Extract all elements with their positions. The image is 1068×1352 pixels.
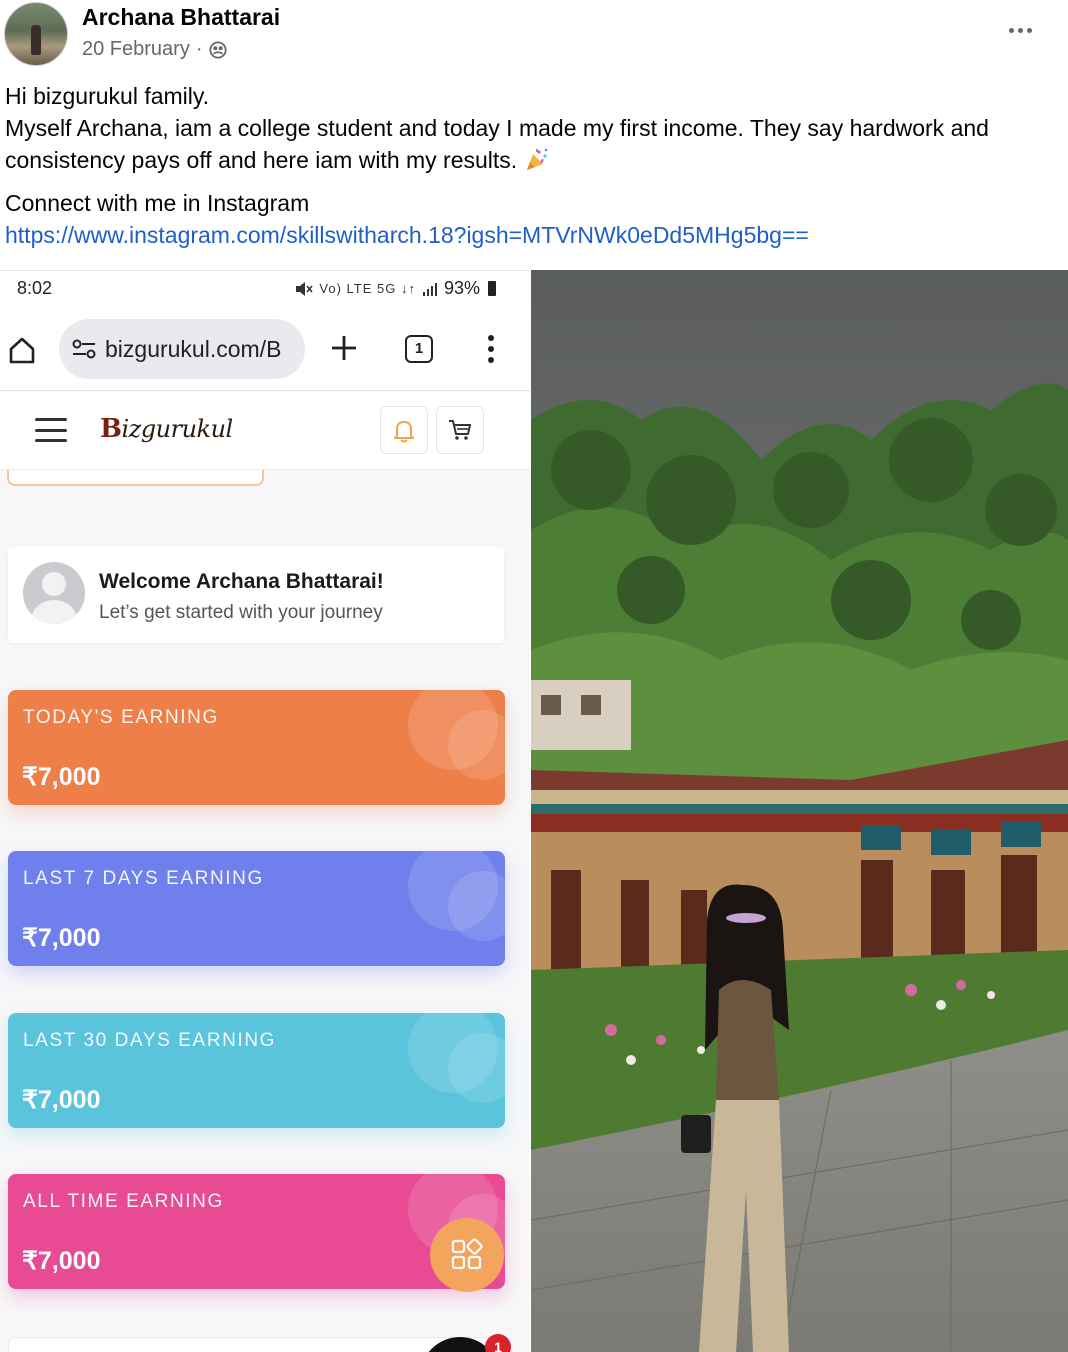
more-options-icon[interactable] bbox=[1000, 18, 1040, 42]
mute-icon bbox=[296, 281, 314, 296]
globe-icon bbox=[208, 40, 227, 59]
status-bar: 8:02 Vo) LTE 5G ↓↑ 93% bbox=[0, 271, 530, 307]
bell-icon bbox=[394, 421, 414, 443]
earning-value: ₹7,000 bbox=[22, 1247, 101, 1275]
site-header: Bizgurukul bbox=[0, 392, 530, 470]
monastery-photo-illustration bbox=[531, 270, 1068, 1352]
cart-button[interactable] bbox=[436, 406, 484, 454]
last-7-days-earning-card[interactable]: LAST 7 DAYS EARNING ₹7,000 bbox=[8, 851, 505, 966]
cart-icon bbox=[449, 420, 471, 440]
signal-icon bbox=[422, 282, 437, 296]
chat-notification-badge: 1 bbox=[485, 1334, 511, 1352]
home-icon[interactable] bbox=[7, 335, 37, 365]
earning-label: ALL TIME EARNING bbox=[23, 1191, 224, 1212]
battery-icon bbox=[488, 281, 496, 296]
travel-photo[interactable] bbox=[531, 270, 1068, 1352]
address-bar[interactable]: bizgurukul.com/B bbox=[59, 319, 305, 379]
last-30-days-earning-card[interactable]: LAST 30 DAYS EARNING ₹7,000 bbox=[8, 1013, 505, 1128]
meta-separator: · bbox=[195, 38, 203, 60]
party-popper-icon bbox=[526, 148, 547, 170]
post-line-story: Myself Archana, iam a college student an… bbox=[5, 115, 989, 173]
battery-percent: 93% bbox=[443, 278, 480, 298]
new-tab-icon[interactable] bbox=[329, 333, 359, 363]
welcome-subtitle: Let’s get started with your journey bbox=[99, 602, 383, 623]
instagram-link[interactable]: https://www.instagram.com/skillswitharch… bbox=[5, 222, 809, 248]
user-avatar[interactable] bbox=[23, 562, 85, 624]
post-meta: 20 February · bbox=[82, 38, 227, 61]
site-settings-icon[interactable] bbox=[71, 338, 97, 360]
apps-fab-button[interactable] bbox=[430, 1218, 504, 1292]
author-avatar[interactable] bbox=[4, 2, 68, 66]
network-indicators: Vo) LTE 5G ↓↑ bbox=[319, 281, 416, 296]
author-name[interactable]: Archana Bhattarai bbox=[82, 4, 280, 31]
partial-card bbox=[7, 470, 264, 486]
browser-menu-icon[interactable] bbox=[486, 335, 496, 363]
post-line-connect: Connect with me in Instagram bbox=[5, 190, 310, 216]
earning-label: LAST 30 DAYS EARNING bbox=[23, 1030, 277, 1051]
welcome-card: Welcome Archana Bhattarai! Let’s get sta… bbox=[8, 547, 504, 643]
menu-icon[interactable] bbox=[35, 418, 67, 442]
notifications-button[interactable] bbox=[380, 406, 428, 454]
earning-value: ₹7,000 bbox=[22, 924, 101, 952]
status-indicators: Vo) LTE 5G ↓↑ 93% bbox=[295, 278, 496, 299]
earning-label: TODAY'S EARNING bbox=[23, 707, 219, 728]
phone-screenshot: 8:02 Vo) LTE 5G ↓↑ 93% bizgurukul.com/B … bbox=[0, 270, 530, 1352]
browser-toolbar: bizgurukul.com/B 1 bbox=[0, 307, 530, 391]
post-line-greeting: Hi bizgurukul family. bbox=[5, 83, 210, 109]
todays-earning-card[interactable]: TODAY'S EARNING ₹7,000 bbox=[8, 690, 505, 805]
all-time-earning-card[interactable]: ALL TIME EARNING ₹7,000 bbox=[8, 1174, 505, 1289]
post-date[interactable]: 20 February bbox=[82, 38, 190, 61]
tab-switcher-icon[interactable]: 1 bbox=[405, 335, 433, 363]
welcome-title: Welcome Archana Bhattarai! bbox=[99, 570, 384, 593]
post-body: Hi bizgurukul family. Myself Archana, ia… bbox=[5, 80, 1055, 251]
status-time: 8:02 bbox=[17, 278, 53, 298]
post-header: Archana Bhattarai 20 February · bbox=[0, 0, 1068, 80]
bizgurukul-logo[interactable]: Bizgurukul bbox=[100, 414, 233, 444]
apps-grid-icon bbox=[451, 1238, 483, 1270]
earning-value: ₹7,000 bbox=[22, 763, 101, 791]
earning-value: ₹7,000 bbox=[22, 1086, 101, 1114]
earning-label: LAST 7 DAYS EARNING bbox=[23, 868, 264, 889]
url-text[interactable]: bizgurukul.com/B bbox=[105, 336, 281, 363]
